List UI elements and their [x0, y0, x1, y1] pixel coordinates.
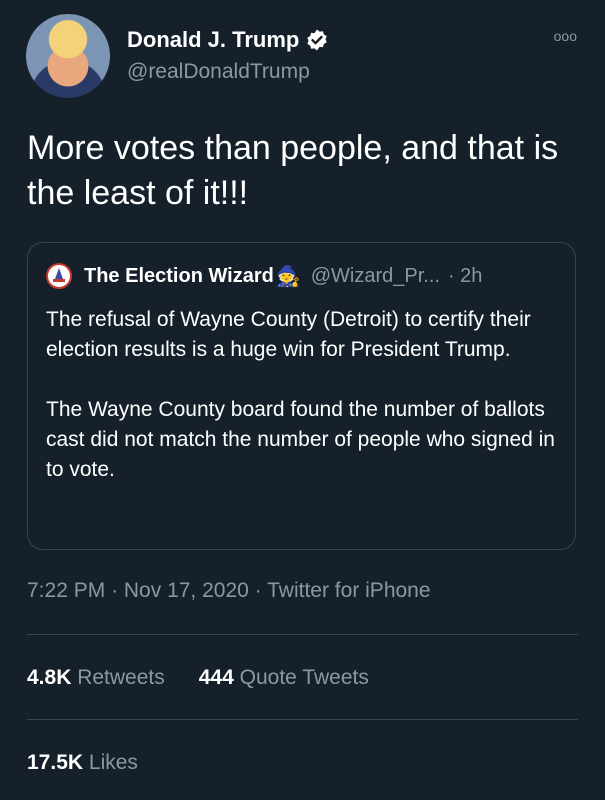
- wizard-logo-icon: [53, 268, 65, 282]
- quoted-tweet[interactable]: The Election Wizard 🧙 @Wizard_Pr... · 2h…: [27, 242, 576, 550]
- tweet-date[interactable]: Nov 17, 2020: [124, 579, 249, 602]
- separator-dot: ·: [111, 579, 124, 602]
- author-handle[interactable]: @realDonaldTrump: [127, 60, 310, 84]
- quoted-tweet-body: The refusal of Wayne County (Detroit) to…: [46, 305, 566, 515]
- tweet-meta: 7:22 PM · Nov 17, 2020 · Twitter for iPh…: [27, 579, 431, 603]
- quote-tweets-link[interactable]: 444 Quote Tweets: [199, 666, 369, 690]
- likes-row: 17.5K Likes: [27, 751, 138, 775]
- quote-tweets-label: Quote Tweets: [239, 666, 369, 689]
- quoted-author-name: The Election Wizard: [84, 264, 274, 287]
- quoted-tweet-time: · 2h: [447, 264, 483, 287]
- retweets-link[interactable]: 4.8K Retweets: [27, 666, 165, 690]
- separator-dot: ·: [254, 579, 268, 602]
- quoted-paragraph: The refusal of Wayne County (Detroit) to…: [46, 308, 531, 361]
- likes-label: Likes: [88, 751, 138, 774]
- quoted-paragraph: The Wayne County board found the number …: [46, 398, 555, 481]
- engagement-row: 4.8K Retweets 444 Quote Tweets: [27, 666, 369, 690]
- author-name-row[interactable]: Donald J. Trump: [127, 27, 329, 53]
- divider: [27, 719, 578, 720]
- quote-tweets-count: 444: [198, 666, 234, 689]
- divider: [27, 634, 578, 635]
- retweets-count: 4.8K: [27, 666, 72, 689]
- author-name[interactable]: Donald J. Trump: [127, 27, 299, 53]
- tweet-text: More votes than people, and that is the …: [27, 129, 559, 212]
- wizard-emoji-icon: 🧙: [275, 265, 301, 288]
- tweet-source[interactable]: Twitter for iPhone: [267, 579, 430, 602]
- author-avatar[interactable]: [26, 14, 110, 98]
- quoted-tweet-header: The Election Wizard 🧙 @Wizard_Pr... · 2h: [46, 263, 482, 289]
- retweets-label: Retweets: [77, 666, 165, 689]
- likes-link[interactable]: 17.5K Likes: [27, 751, 138, 775]
- quoted-author-handle: @Wizard_Pr...: [310, 264, 440, 287]
- verified-badge-icon: [305, 28, 329, 52]
- tweet-time[interactable]: 7:22 PM: [27, 579, 105, 602]
- quoted-author-avatar: [46, 263, 72, 289]
- more-options-icon[interactable]: ooo: [554, 28, 577, 44]
- likes-count: 17.5K: [27, 751, 84, 774]
